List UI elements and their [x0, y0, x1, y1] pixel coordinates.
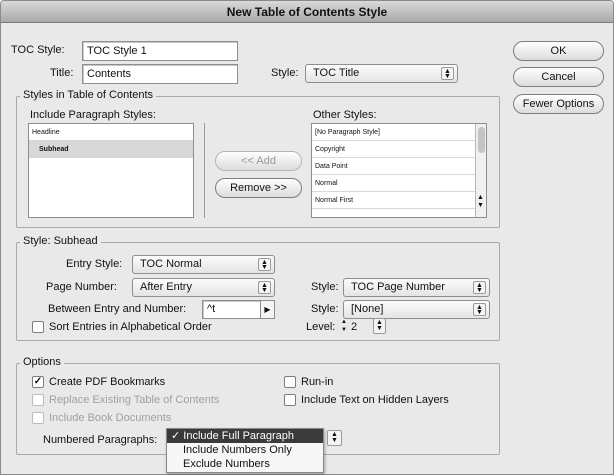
- scrollbar-thumb[interactable]: [478, 127, 485, 153]
- cancel-button[interactable]: Cancel: [513, 67, 604, 87]
- chevron-updown-icon: ▲ ▼: [473, 303, 486, 316]
- include-hidden-checkbox[interactable]: [284, 394, 296, 406]
- page-number-style-value: TOC Page Number: [351, 281, 445, 293]
- dialog-window: New Table of Contents Style TOC Style: T…: [0, 0, 614, 475]
- create-pdf-label: Create PDF Bookmarks: [49, 376, 166, 388]
- scroll-arrows-icon[interactable]: ▲ ▼: [477, 194, 484, 210]
- create-pdf-checkbox[interactable]: ✓: [32, 376, 44, 388]
- menu-item-numbers-only[interactable]: Include Numbers Only: [167, 443, 323, 457]
- replace-existing-label: Replace Existing Table of Contents: [49, 394, 220, 406]
- window-title: New Table of Contents Style: [1, 1, 613, 23]
- include-book-label: Include Book Documents: [49, 412, 172, 424]
- chevron-updown-icon: ▲ ▼: [441, 67, 454, 80]
- style-subhead-title: Style: Subhead: [20, 235, 101, 247]
- divider: [204, 123, 205, 218]
- between-style-label: Style:: [311, 303, 339, 315]
- level-dropdown-icon[interactable]: ▲ ▼: [373, 318, 386, 334]
- numbered-paragraphs-menu[interactable]: ✓ Include Full Paragraph Include Numbers…: [166, 428, 324, 473]
- page-number-label: Page Number:: [46, 281, 117, 293]
- menu-item-full-paragraph[interactable]: ✓ Include Full Paragraph: [167, 429, 323, 443]
- add-button[interactable]: << Add: [215, 151, 302, 171]
- styles-group-title: Styles in Table of Contents: [20, 89, 157, 101]
- entry-style-value: TOC Normal: [140, 258, 202, 270]
- title-style-value: TOC Title: [313, 67, 360, 79]
- level-label: Level:: [306, 321, 336, 333]
- list-item[interactable]: Copyright: [312, 141, 486, 158]
- replace-existing-checkbox[interactable]: [32, 394, 44, 406]
- run-in-checkbox[interactable]: [284, 376, 296, 388]
- chevron-updown-icon: ▲ ▼: [473, 281, 486, 294]
- title-input[interactable]: Contents: [82, 64, 238, 84]
- menu-item-exclude-numbers[interactable]: Exclude Numbers: [167, 457, 323, 471]
- play-triangle-icon[interactable]: ▶: [260, 300, 275, 319]
- page-number-select[interactable]: After Entry ▲ ▼: [132, 278, 275, 297]
- ok-button[interactable]: OK: [513, 41, 604, 61]
- list-item[interactable]: Normal: [312, 175, 486, 192]
- between-style-select[interactable]: [None] ▲ ▼: [343, 300, 490, 319]
- level-stepper-icon[interactable]: ▲ ▼: [339, 318, 349, 335]
- page-number-value: After Entry: [140, 281, 192, 293]
- between-style-value: [None]: [351, 303, 384, 315]
- include-book-checkbox[interactable]: [32, 412, 44, 424]
- list-item[interactable]: Normal First: [312, 192, 486, 209]
- level-value[interactable]: 2: [351, 321, 357, 333]
- other-styles-list[interactable]: [No Paragraph Style] Copyright Data Poin…: [311, 123, 487, 218]
- sort-entries-checkbox[interactable]: [32, 321, 44, 333]
- between-entry-label: Between Entry and Number:: [48, 303, 187, 315]
- scrollbar[interactable]: ▲ ▼: [475, 124, 486, 217]
- toc-style-label: TOC Style:: [11, 44, 65, 56]
- list-item-selected[interactable]: Subhead: [29, 141, 193, 158]
- title-label: Title:: [50, 67, 74, 79]
- list-item[interactable]: Data Point: [312, 158, 486, 175]
- fewer-options-button[interactable]: Fewer Options: [513, 94, 604, 114]
- chevron-updown-icon[interactable]: ▲ ▼: [327, 430, 342, 446]
- include-styles-label: Include Paragraph Styles:: [30, 109, 156, 121]
- include-styles-list[interactable]: Headline Subhead: [28, 123, 194, 218]
- sort-entries-label: Sort Entries in Alphabetical Order: [49, 321, 212, 333]
- other-styles-label: Other Styles:: [313, 109, 377, 121]
- page-number-style-label: Style:: [311, 281, 339, 293]
- list-item[interactable]: [No Paragraph Style]: [312, 124, 486, 141]
- entry-style-label: Entry Style:: [66, 258, 123, 270]
- chevron-updown-icon: ▲ ▼: [258, 258, 271, 271]
- title-style-select[interactable]: TOC Title ▲ ▼: [305, 64, 458, 83]
- remove-button[interactable]: Remove >>: [215, 178, 302, 198]
- title-style-label: Style:: [271, 67, 299, 79]
- entry-style-select[interactable]: TOC Normal ▲ ▼: [132, 255, 275, 274]
- run-in-label: Run-in: [301, 376, 334, 388]
- list-item[interactable]: Headline: [29, 124, 193, 141]
- numbered-paragraphs-label: Numbered Paragraphs:: [43, 434, 158, 446]
- menu-item-label: Include Full Paragraph: [183, 430, 294, 442]
- between-entry-input[interactable]: ^t: [202, 300, 261, 319]
- chevron-updown-icon: ▲ ▼: [258, 281, 271, 294]
- page-number-style-select[interactable]: TOC Page Number ▲ ▼: [343, 278, 490, 297]
- toc-style-input[interactable]: TOC Style 1: [82, 41, 238, 61]
- include-hidden-label: Include Text on Hidden Layers: [301, 394, 449, 406]
- check-icon: ✓: [171, 430, 181, 442]
- options-title: Options: [20, 356, 64, 368]
